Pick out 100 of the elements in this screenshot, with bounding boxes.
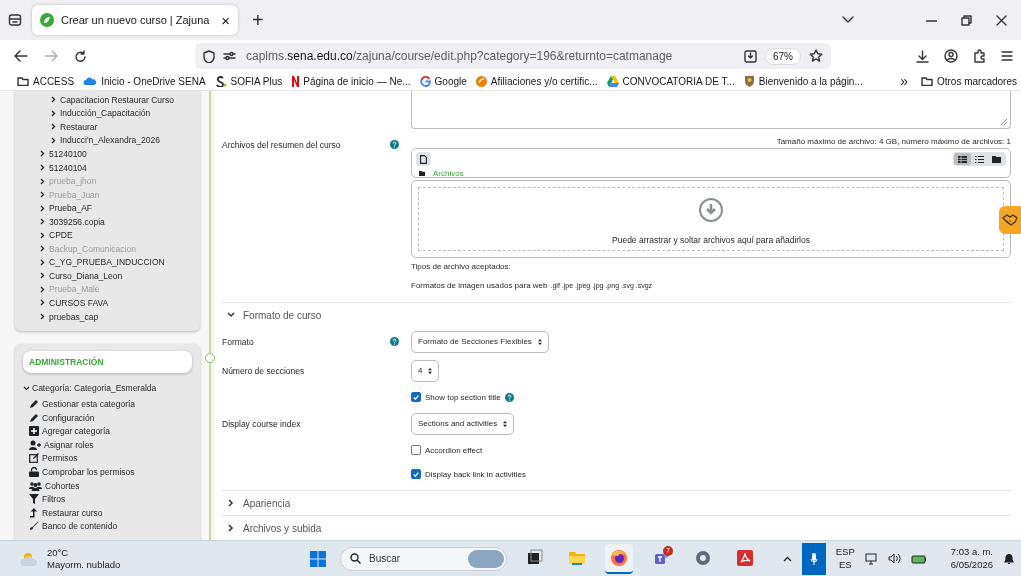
url-text: caplms.sena.edu.co/zajuna/course/edit.php?category=196&returnto=catmanage — [246, 49, 674, 63]
address-bar[interactable]: caplms.sena.edu.co/zajuna/course/edit.php?category=196&returnto=catmanage 67% — [195, 43, 831, 69]
tree-item[interactable]: 3039256.copia — [32, 214, 192, 229]
field-label: Formato — [222, 336, 255, 347]
chevron-down-icon[interactable] — [842, 16, 854, 24]
language-indicator[interactable]: ESP ES — [835, 546, 855, 571]
save-page-icon[interactable] — [744, 49, 757, 63]
network-icon[interactable] — [864, 552, 878, 565]
field-label: Archivos del resumen del curso — [222, 140, 342, 150]
zoom-level[interactable]: 67% — [765, 47, 801, 65]
bookmark[interactable]: Bienvenido a la págin... — [743, 75, 863, 87]
taskbar-app-button[interactable] — [605, 543, 633, 574]
back-arrow-icon[interactable] — [14, 50, 28, 62]
gear-icon — [694, 548, 712, 567]
tree-item[interactable]: Capacitacion Restaurar Curso — [41, 93, 192, 107]
search-placeholder: Buscar — [369, 553, 402, 564]
admin-link[interactable]: Asignar roles — [23, 438, 192, 452]
admin-link[interactable]: Filtros — [23, 492, 192, 507]
field-label: Número de secciones — [222, 365, 306, 376]
admin-link[interactable]: Banco de contenido — [23, 519, 192, 534]
section-toggle[interactable]: Archivos y subida — [222, 516, 1011, 540]
tree-item[interactable]: Curso_Diana_Leon — [32, 269, 192, 283]
microphone-button[interactable] — [801, 542, 826, 575]
admin-link[interactable]: Gestionar esta categoría — [23, 397, 192, 411]
tree-item[interactable]: C_YG_PRUEBA_INDUCCION — [32, 255, 192, 270]
close-tab-button[interactable]: × — [221, 12, 230, 28]
download-circle-icon — [699, 197, 723, 222]
tree-item[interactable]: Restaurar — [41, 120, 192, 134]
checkbox-label[interactable]: Display back link in activities — [425, 469, 526, 479]
tab-list-icon[interactable] — [8, 13, 22, 27]
reload-icon[interactable] — [74, 49, 87, 63]
download-icon[interactable] — [916, 49, 929, 63]
admin-link[interactable]: Permisos — [23, 451, 192, 466]
tab-title: Crear un nuevo curso | Zajuna — [61, 14, 211, 26]
shield-icon — [203, 49, 215, 63]
view-mode-button[interactable] — [954, 153, 971, 165]
section-toggle[interactable]: Apariencia — [222, 491, 1011, 515]
bookmarks-overflow-button[interactable]: » — [900, 73, 908, 89]
checkbox-label[interactable]: Show top section title — [425, 392, 501, 402]
checkbox[interactable] — [411, 445, 421, 455]
microphone-icon — [809, 552, 818, 565]
admin-link[interactable]: Agregar categoría — [23, 424, 192, 439]
admin-link[interactable]: Comprobar los permisos — [23, 465, 192, 479]
clock[interactable]: 7:03 a. m. 6/05/2026 — [950, 546, 993, 571]
admin-link[interactable]: Configuración — [23, 410, 192, 425]
admin-link[interactable]: Restaurar curso — [23, 506, 192, 520]
admin-link[interactable]: Cohortes — [23, 478, 192, 493]
checkbox[interactable] — [411, 469, 421, 479]
star-icon[interactable] — [809, 49, 823, 63]
checkbox[interactable] — [411, 392, 421, 402]
tree-item[interactable]: CURSOS FAVA — [23, 296, 192, 310]
bookmark[interactable]: Afiliaciones y/o certific... — [475, 75, 598, 87]
tree-item[interactable]: pruebas_cap — [23, 309, 192, 324]
tree-item[interactable]: 51240104 — [32, 160, 192, 175]
bookmark[interactable]: ACCESS — [17, 75, 75, 87]
notification-bell-icon[interactable] — [1003, 552, 1015, 565]
extensions-icon[interactable] — [973, 49, 986, 63]
add-file-button[interactable] — [416, 152, 431, 166]
menu-icon[interactable] — [1001, 51, 1013, 61]
handshake-button[interactable] — [999, 206, 1021, 234]
pencil-icon — [29, 412, 39, 423]
taskbar-search-field[interactable]: Buscar — [340, 546, 507, 571]
account-icon[interactable] — [944, 49, 958, 63]
weather-condition: Mayorm. nublado — [47, 558, 121, 570]
windows-start-icon[interactable] — [310, 550, 326, 567]
select-dropdown[interactable]: Formato de Secciones Flexibles — [411, 330, 549, 353]
chevron-down-icon — [23, 385, 30, 391]
help-icon[interactable] — [504, 392, 514, 402]
sort-arrows-icon — [503, 420, 508, 427]
tree-item[interactable]: CPDE — [32, 228, 192, 242]
bookmark[interactable]: SOFIA Plus — [214, 75, 283, 87]
battery-icon[interactable] — [910, 553, 927, 564]
bookmark[interactable]: CONVOCATORIA DE T... — [606, 75, 735, 87]
drop-zone-text: Puede arrastrar y soltar archivos aquí para añadirlos — [612, 234, 810, 245]
tree-item[interactable]: Prueba_AF — [32, 201, 192, 215]
other-bookmarks[interactable]: Otros marcadores — [920, 75, 1017, 87]
bookmark[interactable]: Página de inicio — Ne... — [291, 75, 411, 87]
chevron-up-icon[interactable] — [782, 555, 792, 562]
select-dropdown[interactable]: 4 — [411, 359, 440, 382]
browser-tab[interactable]: Crear un nuevo curso | Zajuna × — [32, 5, 238, 35]
speaker-icon[interactable] — [887, 553, 901, 564]
leaf-logo-icon — [40, 13, 54, 27]
tree-item[interactable]: Inducci'n_Alexandra_2026 — [41, 133, 192, 148]
close-icon[interactable] — [996, 14, 1007, 26]
bookmark[interactable]: Google — [419, 75, 467, 87]
select-dropdown[interactable]: Sections and activities — [411, 412, 515, 435]
folder-icon — [920, 76, 933, 86]
tree-item[interactable]: Inducción_Capacitación — [41, 106, 192, 121]
restore-icon[interactable] — [961, 14, 972, 26]
landscape-picture — [468, 549, 504, 568]
edit-square-icon — [29, 453, 39, 464]
bookmark[interactable]: Inicio - OneDrive SENA — [83, 75, 206, 87]
category-toggle[interactable]: Categoría: Categoria_Esmeralda — [23, 383, 192, 394]
checkbox-label[interactable]: Accordion effect — [425, 445, 483, 455]
resize-grip-icon[interactable] — [1000, 118, 1008, 126]
tree-item[interactable]: 51240100 — [32, 147, 192, 161]
help-icon[interactable] — [390, 337, 399, 346]
new-tab-button[interactable]: + — [248, 8, 268, 32]
help-icon[interactable] — [390, 140, 399, 149]
section-toggle[interactable]: Formato de curso — [222, 303, 1011, 327]
